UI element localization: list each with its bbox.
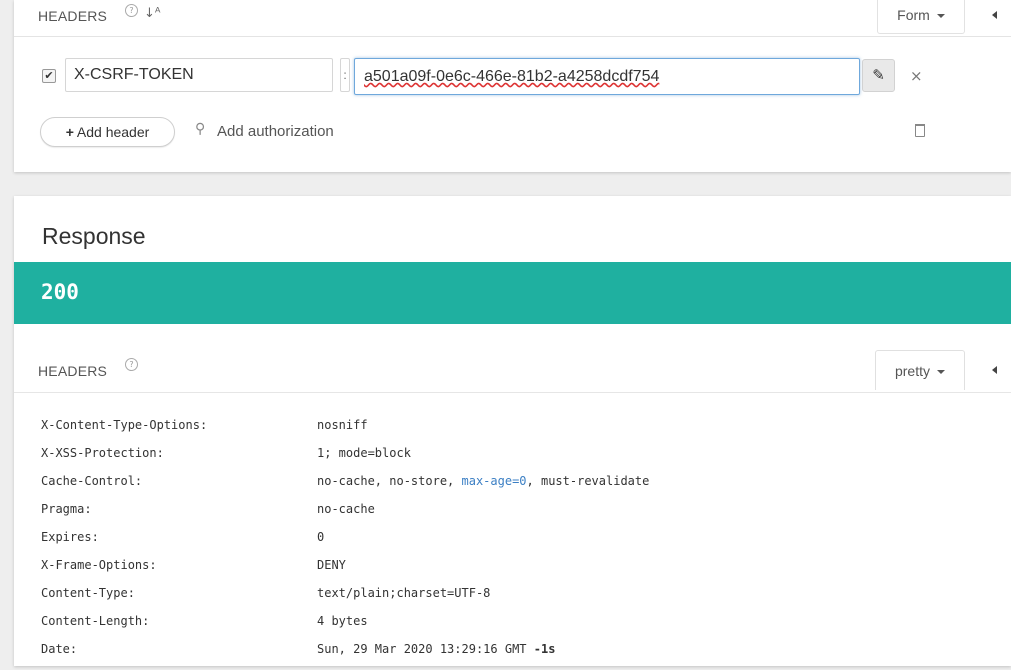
chevron-down-icon — [936, 14, 945, 19]
response-headers-toolbar: HEADERS ? pretty — [14, 346, 1011, 393]
header-value-input[interactable]: a501a09f-0e6c-466e-81b2-a4258dcdf754 — [354, 58, 860, 95]
status-bar: 200 — [14, 262, 1011, 324]
header-value: 0 — [317, 530, 325, 544]
header-value-part: no-cache, no-store, — [317, 474, 462, 488]
header-key: Date: — [41, 642, 78, 656]
header-key: Content-Length: — [41, 614, 150, 628]
chevron-down-icon — [937, 370, 945, 375]
header-value: no-cache — [317, 502, 375, 516]
help-icon[interactable]: ? — [125, 4, 138, 17]
header-key: X-XSS-Protection: — [41, 446, 164, 460]
header-value: Sun, 29 Mar 2020 13:29:16 GMT -1s — [317, 642, 555, 656]
help-icon[interactable]: ? — [125, 358, 138, 371]
key-icon: ⚲ — [195, 121, 206, 137]
header-value: no-cache, no-store, max-age=0, must-reva… — [317, 474, 649, 488]
close-icon[interactable]: × — [910, 67, 923, 85]
header-value: nosniff — [317, 418, 368, 432]
header-value-part: Sun, 29 Mar 2020 13:29:16 GMT — [317, 642, 527, 656]
request-headers-toolbar: HEADERS ? ↓ᴬ Form — [14, 0, 1011, 37]
response-format-select[interactable]: pretty — [875, 350, 965, 390]
header-key: Expires: — [41, 530, 99, 544]
header-key: X-Frame-Options: — [41, 558, 157, 572]
add-header-button[interactable]: + Add header — [40, 117, 175, 147]
status-code: 200 — [41, 280, 79, 304]
header-key: Cache-Control: — [41, 474, 143, 488]
response-title: Response — [42, 223, 146, 249]
header-value: 1; mode=block — [317, 446, 411, 460]
header-value-text: a501a09f-0e6c-466e-81b2-a4258dcdf754 — [364, 68, 660, 85]
header-separator: : — [340, 58, 350, 92]
add-authorization-link[interactable]: Add authorization — [217, 123, 334, 140]
header-enabled-checkbox[interactable]: ✔ — [42, 69, 56, 83]
magic-wand-button[interactable]: ✎ — [862, 59, 895, 92]
magic-wand-icon: ✎ — [872, 66, 885, 84]
header-key: Pragma: — [41, 502, 92, 516]
header-value: DENY — [317, 558, 346, 572]
add-header-label: Add header — [76, 124, 150, 140]
request-format-label: Form — [897, 7, 930, 23]
request-headers-card: HEADERS ? ↓ᴬ Form ✔ X-CSRF-TOKEN : a501a… — [14, 0, 1011, 172]
request-format-select[interactable]: Form — [877, 0, 965, 34]
response-headers-title: HEADERS — [38, 363, 108, 379]
sort-alpha-icon[interactable]: ↓ᴬ — [144, 6, 161, 21]
header-value-highlight[interactable]: max-age=0 — [462, 474, 527, 488]
response-format-label: pretty — [894, 363, 930, 379]
collapse-arrow-icon[interactable] — [992, 366, 997, 374]
trash-icon[interactable] — [915, 124, 925, 137]
request-headers-title: HEADERS — [38, 8, 108, 24]
header-key: Content-Type: — [41, 586, 135, 600]
header-value: text/plain;charset=UTF-8 — [317, 586, 491, 600]
time-offset: -1s — [533, 642, 556, 656]
plus-icon: + — [65, 124, 74, 140]
header-value: 4 bytes — [317, 614, 368, 628]
collapse-arrow-icon[interactable] — [992, 11, 997, 19]
header-value-part: , must-revalidate — [526, 474, 650, 488]
header-name-input[interactable]: X-CSRF-TOKEN — [65, 58, 333, 92]
header-key: X-Content-Type-Options: — [41, 418, 208, 432]
